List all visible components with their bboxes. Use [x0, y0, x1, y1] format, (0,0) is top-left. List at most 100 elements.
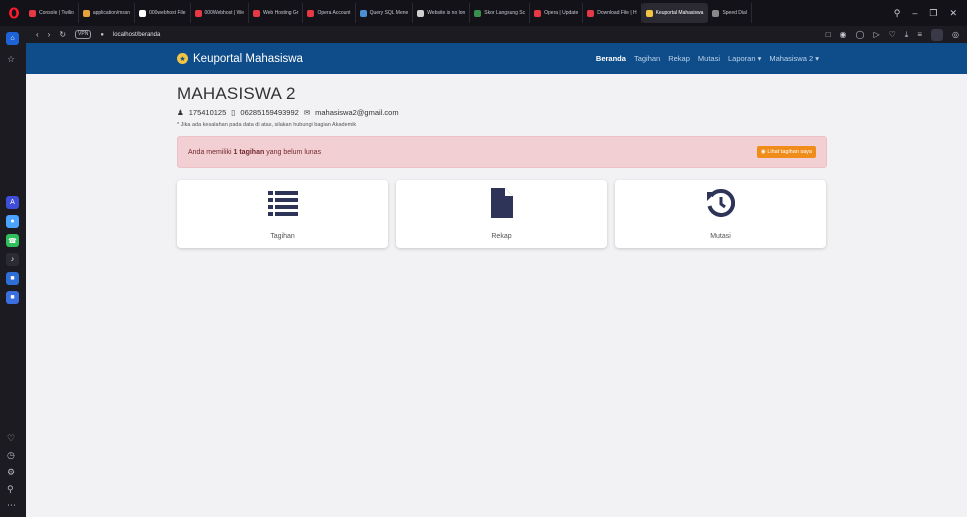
browser-tab[interactable]: Keuportal Mahasiswa	[641, 3, 709, 23]
vk-icon[interactable]: ■	[6, 272, 19, 285]
nav-link[interactable]: Tagihan	[634, 54, 660, 63]
heart-icon[interactable]: ♡	[889, 30, 896, 39]
tab-label: Speed Dial	[722, 10, 747, 16]
snapshot-icon[interactable]: □	[826, 30, 831, 39]
browser-tab[interactable]: 000Webhost | We	[191, 3, 249, 23]
nav-link[interactable]: Laporan ▾	[728, 54, 761, 63]
aria-icon[interactable]: ◎	[952, 30, 959, 39]
card-rekap[interactable]: Rekap	[396, 180, 607, 248]
history-sidebar-icon[interactable]: ◷	[7, 450, 15, 461]
browser-sidebar: ⌂ ☆ A ● ☎ ♪ ■ ■ ♡ ◷ ⚙ ⚲ ⋯	[0, 26, 26, 517]
phone-icon: ▯	[231, 108, 236, 117]
tab-label: 000Webhost | We	[204, 10, 244, 16]
browser-tab[interactable]: Opera | Update	[530, 3, 584, 23]
site-info-icon[interactable]: ●	[100, 32, 104, 38]
card-mutasi[interactable]: Mutasi	[615, 180, 826, 248]
camera-icon[interactable]: ◉	[840, 30, 847, 39]
profile-icon[interactable]	[931, 28, 944, 41]
list-icon	[267, 188, 298, 218]
player-icon[interactable]: ▷	[873, 30, 879, 39]
nav-link[interactable]: Rekap	[668, 54, 690, 63]
browser-tab[interactable]: Download File | H	[583, 3, 642, 23]
close-icon[interactable]: ✕	[949, 8, 957, 19]
vpn-badge[interactable]: VPN	[75, 30, 92, 39]
tab-label: Website is no lon	[427, 10, 466, 16]
nav-link[interactable]: Mutasi	[698, 54, 720, 63]
page-viewport: ★ Keuportal Mahasiswa Beranda Tagihan Reka…	[26, 43, 967, 517]
browser-tab[interactable]: Console | Twilio	[25, 3, 79, 23]
pin-icon[interactable]: ⚲	[7, 484, 14, 495]
nav-links: Beranda Tagihan Rekap Mutasi Laporan ▾ Mahasi…	[596, 54, 819, 63]
tab-favicon-icon	[417, 9, 425, 17]
aria-ai-icon[interactable]: A	[6, 196, 19, 209]
url-field[interactable]: localhost/beranda	[113, 32, 160, 38]
tab-favicon-icon	[587, 9, 595, 17]
nav-link[interactable]: Mahasiswa 2 ▾	[769, 54, 819, 63]
tab-label: 000webhost File	[149, 10, 186, 16]
eye-icon: ◉	[761, 149, 766, 155]
browser-tab[interactable]: Skor Langsung Sc	[470, 3, 531, 23]
menu-icon[interactable]: ≡	[917, 30, 922, 39]
tab-label: Download File | H	[597, 10, 637, 16]
browser-tab[interactable]: Website is no lon	[413, 3, 471, 23]
main-content: MAHASISWA 2 ♟ 175410125 ▯ 06285159493992…	[26, 74, 827, 248]
tab-label: Web Hosting Gr	[263, 10, 299, 16]
minimize-icon[interactable]: –	[912, 8, 917, 18]
browser-tab[interactable]: Query SQL Mene	[356, 3, 414, 23]
browser-tab[interactable]: application/mssn	[79, 3, 136, 23]
brand[interactable]: ★ Keuportal Mahasiswa	[177, 53, 303, 65]
star-icon[interactable]: ☆	[7, 54, 15, 65]
mail-icon: ✉	[303, 108, 311, 117]
tab-list: Console | Twilio application/mssn 000webho…	[25, 0, 840, 26]
easy-setup-icon[interactable]: ◯	[856, 30, 865, 39]
tab-label: Query SQL Mene	[369, 10, 409, 16]
tab-favicon-icon	[29, 9, 36, 17]
card-tagihan[interactable]: Tagihan	[177, 180, 388, 248]
back-icon[interactable]: ‹	[36, 30, 39, 39]
browser-tab[interactable]: Web Hosting Gr	[249, 3, 304, 23]
discord-icon[interactable]: ■	[6, 291, 19, 304]
browser-tab[interactable]: Speed Dial	[708, 3, 752, 23]
favorites-icon[interactable]: ♡	[7, 433, 15, 444]
nav-link[interactable]: Beranda	[596, 54, 626, 63]
more-icon[interactable]: ⋯	[7, 500, 16, 511]
tab-label: Opera Account	[317, 10, 351, 16]
tab-favicon-icon	[645, 9, 653, 17]
reload-icon[interactable]: ↻	[59, 30, 66, 39]
tiktok-icon[interactable]: ♪	[6, 253, 19, 266]
browser-tab[interactable]: 000webhost File	[135, 3, 191, 23]
forward-icon[interactable]: ›	[48, 30, 51, 39]
home-icon[interactable]: ⌂	[6, 32, 19, 45]
tab-favicon-icon	[359, 9, 367, 17]
tab-label: Keuportal Mahasiswa	[655, 10, 704, 16]
download-icon[interactable]: ⤓	[905, 30, 909, 40]
card-label: Rekap	[491, 233, 512, 240]
tab-favicon-icon	[534, 9, 542, 17]
tab-favicon-icon	[253, 9, 260, 17]
browser-tab-strip: Console | Twilio application/mssn 000webho…	[0, 0, 967, 26]
restore-icon[interactable]: ❐	[929, 8, 937, 19]
alert-text: Anda memiliki 1 tagihan yang belum lunas	[188, 148, 322, 156]
browser-tab[interactable]: Opera Account	[303, 3, 356, 23]
view-bills-button[interactable]: ◉ Lihat tagihan saya	[757, 146, 816, 158]
tab-favicon-icon	[712, 9, 720, 17]
unpaid-alert: Anda memiliki 1 tagihan yang belum lunas…	[177, 136, 827, 168]
messenger-icon[interactable]: ●	[6, 215, 19, 228]
tab-favicon-icon	[307, 9, 315, 17]
user-icon: ♟	[177, 108, 184, 117]
document-icon	[490, 188, 513, 218]
whatsapp-icon[interactable]: ☎	[6, 234, 19, 247]
tab-favicon-icon	[474, 9, 482, 17]
history-icon	[706, 188, 735, 218]
search-tabs-icon[interactable]: ⚲	[894, 8, 901, 19]
menu-cards: Tagihan Rekap Mutasi	[177, 180, 827, 248]
address-bar: ‹ › ↻ VPN ● localhost/beranda □ ◉ ◯ ▷ ♡ …	[26, 26, 967, 43]
student-id: 175410125	[188, 108, 227, 117]
opera-logo-icon[interactable]	[4, 3, 24, 23]
settings-icon[interactable]: ⚙	[7, 467, 15, 478]
tab-favicon-icon	[194, 9, 202, 17]
email-address: mahasiswa2@gmail.com	[315, 108, 399, 117]
profile-meta: ♟ 175410125 ▯ 06285159493992 ✉ mahasiswa…	[177, 108, 827, 117]
tab-favicon-icon	[139, 9, 147, 17]
brand-name: Keuportal Mahasiswa	[193, 52, 303, 65]
